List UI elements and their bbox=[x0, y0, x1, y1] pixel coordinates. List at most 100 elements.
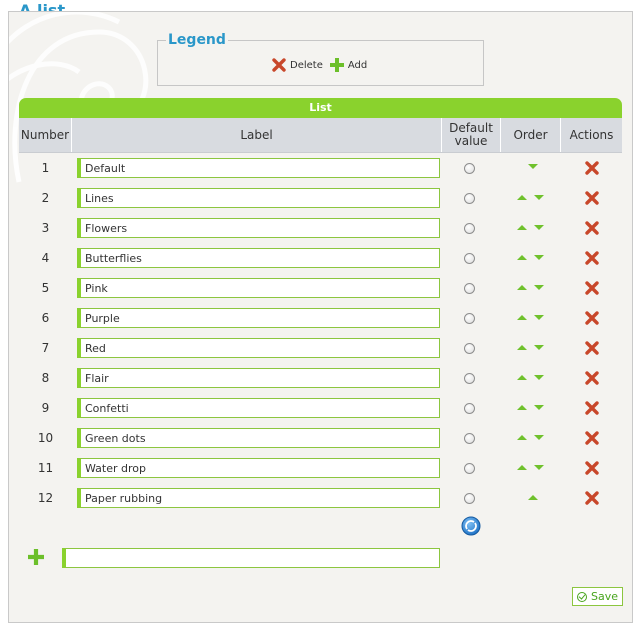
row-number: 4 bbox=[41, 251, 50, 265]
table-row: 3 bbox=[19, 213, 622, 243]
move-up-arrow-icon[interactable] bbox=[517, 375, 527, 380]
move-up-arrow-icon[interactable] bbox=[517, 315, 527, 320]
move-up-arrow-icon[interactable] bbox=[517, 405, 527, 410]
delete-x-icon[interactable] bbox=[585, 371, 599, 385]
legend-delete-label: Delete bbox=[290, 59, 323, 71]
table-row: 4 bbox=[19, 243, 622, 273]
row-label-input[interactable] bbox=[77, 458, 440, 478]
add-plus-icon[interactable] bbox=[28, 549, 44, 565]
default-value-radio[interactable] bbox=[464, 313, 475, 324]
legend-items: Delete Add bbox=[272, 58, 374, 72]
table-row: 10 bbox=[19, 423, 622, 453]
default-value-radio[interactable] bbox=[464, 283, 475, 294]
row-number: 8 bbox=[41, 371, 50, 385]
move-up-arrow-icon[interactable] bbox=[528, 495, 538, 500]
legend-add-label: Add bbox=[347, 59, 368, 71]
move-down-arrow-icon[interactable] bbox=[534, 405, 544, 410]
row-number: 9 bbox=[41, 401, 50, 415]
move-up-arrow-icon[interactable] bbox=[517, 285, 527, 290]
table-row: 12 bbox=[19, 483, 622, 513]
default-value-radio[interactable] bbox=[464, 433, 475, 444]
row-number: 3 bbox=[41, 221, 50, 235]
column-header-label: Label bbox=[72, 118, 442, 152]
move-down-arrow-icon[interactable] bbox=[534, 255, 544, 260]
row-number: 11 bbox=[37, 461, 54, 475]
delete-x-icon[interactable] bbox=[585, 461, 599, 475]
column-header-default-value: Default value bbox=[442, 118, 501, 152]
row-label-input[interactable] bbox=[77, 158, 440, 178]
move-down-arrow-icon[interactable] bbox=[534, 375, 544, 380]
delete-x-icon[interactable] bbox=[585, 401, 599, 415]
default-value-radio[interactable] bbox=[464, 403, 475, 414]
row-number: 5 bbox=[41, 281, 50, 295]
row-number: 2 bbox=[41, 191, 50, 205]
row-label-input[interactable] bbox=[77, 308, 440, 328]
default-value-radio[interactable] bbox=[464, 193, 475, 204]
delete-x-icon[interactable] bbox=[585, 281, 599, 295]
move-down-arrow-icon[interactable] bbox=[534, 195, 544, 200]
save-button[interactable]: Save bbox=[572, 587, 623, 606]
move-up-arrow-icon[interactable] bbox=[517, 465, 527, 470]
table-row: 1 bbox=[19, 153, 622, 183]
default-value-radio[interactable] bbox=[464, 493, 475, 504]
default-value-radio[interactable] bbox=[464, 463, 475, 474]
default-value-radio[interactable] bbox=[464, 223, 475, 234]
table-row: 2 bbox=[19, 183, 622, 213]
row-label-input[interactable] bbox=[77, 338, 440, 358]
row-label-input[interactable] bbox=[77, 278, 440, 298]
table-row: 6 bbox=[19, 303, 622, 333]
move-down-arrow-icon[interactable] bbox=[534, 435, 544, 440]
delete-x-icon bbox=[272, 58, 286, 72]
move-down-arrow-icon[interactable] bbox=[534, 225, 544, 230]
move-up-arrow-icon[interactable] bbox=[517, 345, 527, 350]
row-label-input[interactable] bbox=[77, 368, 440, 388]
new-item-input[interactable] bbox=[62, 548, 440, 568]
table-row: 8 bbox=[19, 363, 622, 393]
default-value-radio[interactable] bbox=[464, 373, 475, 384]
move-up-arrow-icon[interactable] bbox=[517, 195, 527, 200]
default-value-radio[interactable] bbox=[464, 253, 475, 264]
row-number: 10 bbox=[37, 431, 54, 445]
delete-x-icon[interactable] bbox=[585, 341, 599, 355]
default-value-radio[interactable] bbox=[464, 343, 475, 354]
table-row: 7 bbox=[19, 333, 622, 363]
column-header-order: Order bbox=[501, 118, 561, 152]
table-row: 9 bbox=[19, 393, 622, 423]
row-number: 12 bbox=[37, 491, 54, 505]
check-circle-icon bbox=[576, 591, 587, 602]
move-up-arrow-icon[interactable] bbox=[517, 435, 527, 440]
delete-x-icon[interactable] bbox=[585, 491, 599, 505]
move-down-arrow-icon[interactable] bbox=[528, 164, 538, 169]
table-row: 11 bbox=[19, 453, 622, 483]
delete-x-icon[interactable] bbox=[585, 431, 599, 445]
move-up-arrow-icon[interactable] bbox=[517, 225, 527, 230]
table-header: Number Label Default value Order Actions bbox=[19, 118, 622, 153]
delete-x-icon[interactable] bbox=[585, 251, 599, 265]
row-label-input[interactable] bbox=[77, 218, 440, 238]
default-value-radio[interactable] bbox=[464, 163, 475, 174]
row-label-input[interactable] bbox=[77, 188, 440, 208]
save-button-label: Save bbox=[590, 590, 618, 603]
add-plus-icon bbox=[329, 58, 344, 72]
row-number: 7 bbox=[41, 341, 50, 355]
table-title: List bbox=[19, 98, 622, 118]
row-number: 6 bbox=[41, 311, 50, 325]
column-header-actions: Actions bbox=[569, 127, 614, 142]
move-down-arrow-icon[interactable] bbox=[534, 315, 544, 320]
reset-radio-icon[interactable] bbox=[461, 516, 481, 536]
delete-x-icon[interactable] bbox=[585, 191, 599, 205]
row-label-input[interactable] bbox=[77, 428, 440, 448]
move-down-arrow-icon[interactable] bbox=[534, 345, 544, 350]
column-header-number: Number bbox=[19, 118, 72, 152]
move-up-arrow-icon[interactable] bbox=[517, 255, 527, 260]
delete-x-icon[interactable] bbox=[585, 161, 599, 175]
move-down-arrow-icon[interactable] bbox=[534, 285, 544, 290]
table-row: 5 bbox=[19, 273, 622, 303]
legend-title: Legend bbox=[166, 31, 228, 49]
row-label-input[interactable] bbox=[77, 248, 440, 268]
delete-x-icon[interactable] bbox=[585, 221, 599, 235]
row-label-input[interactable] bbox=[77, 488, 440, 508]
move-down-arrow-icon[interactable] bbox=[534, 465, 544, 470]
row-label-input[interactable] bbox=[77, 398, 440, 418]
delete-x-icon[interactable] bbox=[585, 311, 599, 325]
